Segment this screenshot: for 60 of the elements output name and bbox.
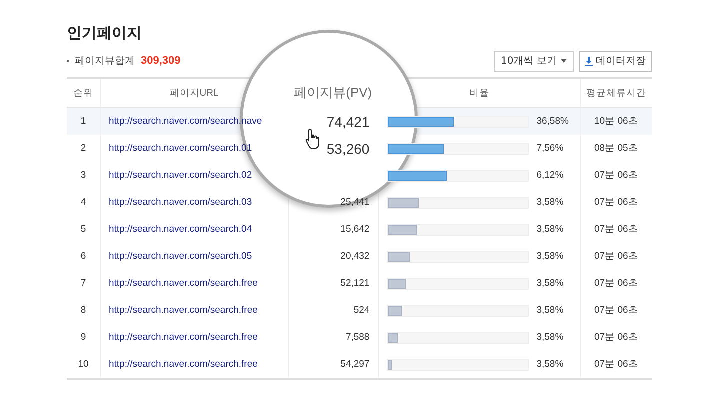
- duration-cell: 10분 06초: [594, 116, 638, 127]
- url-link[interactable]: http://search.naver.com/search.free: [109, 332, 258, 343]
- column-header: 평균체류시간: [586, 88, 646, 98]
- url-link[interactable]: http://search.naver.com/search.05: [109, 251, 252, 262]
- column-header: 순위: [74, 88, 94, 98]
- ratio-cell: 3,58%: [536, 278, 564, 289]
- rank-cell: 7: [80, 278, 86, 289]
- ratio-cell: 36,58%: [536, 116, 569, 127]
- pageview-cell: 53,260: [326, 140, 370, 156]
- summary-label: 페이지뷰합계: [75, 55, 135, 68]
- duration-cell: 07분 06초: [594, 197, 638, 208]
- download-icon: [585, 56, 593, 66]
- rank-cell: 10: [78, 359, 89, 370]
- rank-cell: 2: [80, 143, 86, 154]
- column-header: 비율: [469, 88, 490, 98]
- duration-cell: 07분 06초: [594, 224, 638, 235]
- pageview-cell: 7,588: [346, 332, 370, 343]
- column-header: 페이지뷰(PV): [294, 85, 372, 100]
- column-header: 페이지URL: [170, 88, 219, 98]
- duration-cell: 07분 06초: [594, 359, 638, 370]
- url-link[interactable]: http://search.naver.com/search.03: [109, 197, 252, 208]
- url-link[interactable]: http://search.naver.com/search.free: [109, 359, 258, 370]
- rank-cell: 1: [80, 116, 86, 127]
- pageview-cell: 52,121: [340, 278, 370, 289]
- ratio-cell: 7,56%: [536, 143, 564, 154]
- ratio-cell: 3,58%: [536, 197, 564, 208]
- ratio-cell: 3,58%: [536, 251, 564, 262]
- rank-cell: 8: [80, 305, 86, 316]
- ratio-cell: 3,58%: [536, 224, 564, 235]
- rank-cell: 9: [80, 332, 86, 343]
- pageview-cell: 20,432: [340, 251, 370, 262]
- caret-icon: [561, 59, 567, 63]
- download-button[interactable]: 데이터저장: [579, 50, 652, 72]
- pageview-cell: 74,421: [326, 114, 370, 130]
- ratio-cell: 3,58%: [536, 305, 564, 316]
- ratio-cell: 3,58%: [536, 332, 564, 343]
- pageview-cell: 524: [354, 305, 370, 316]
- duration-cell: 07분 06초: [594, 170, 638, 181]
- duration-cell: 07분 06초: [594, 278, 638, 289]
- rank-cell: 5: [80, 224, 86, 235]
- duration-cell: 07분 06초: [594, 305, 638, 316]
- duration-cell: 07분 06초: [594, 251, 638, 262]
- rank-cell: 3: [80, 170, 86, 181]
- pageview-cell: 54,297: [340, 359, 370, 370]
- url-link[interactable]: http://search.naver.com/search.04: [109, 224, 252, 235]
- duration-cell: 07분 06초: [594, 332, 638, 343]
- url-link[interactable]: http://search.naver.com/search.free: [109, 305, 258, 316]
- rank-cell: 4: [80, 197, 86, 208]
- url-link[interactable]: http://search.naver.com/search.02: [109, 170, 252, 181]
- page-title: 인기페이지: [67, 24, 143, 43]
- pageview-cell: 15,642: [340, 224, 370, 235]
- duration-cell: 08분 05초: [594, 143, 638, 154]
- rank-cell: 6: [80, 251, 86, 262]
- summary-value: 309,309: [141, 55, 181, 67]
- url-link[interactable]: http://search.naver.com/search.01: [109, 143, 252, 154]
- view-count-select[interactable]: 10개씩 보기: [494, 50, 574, 72]
- ratio-cell: 3,58%: [536, 359, 564, 370]
- url-link[interactable]: http://search.naver.com/search.free: [109, 278, 258, 289]
- ratio-cell: 6,12%: [536, 170, 564, 181]
- pageview-cell: 25,441: [340, 197, 370, 208]
